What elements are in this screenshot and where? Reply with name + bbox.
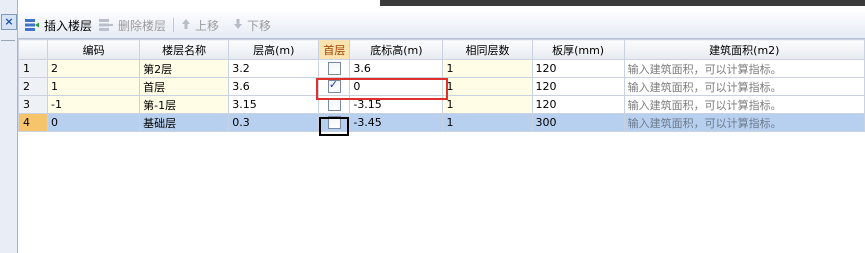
floor-name-cell[interactable]: 第2层	[139, 59, 230, 78]
floor-name-cell[interactable]: 基础层	[139, 113, 230, 132]
column-header-first-floor[interactable]: 首层	[318, 39, 351, 60]
top-dark-band	[380, 0, 865, 6]
row-number[interactable]: 3	[17, 95, 49, 114]
column-header-slab-thickness[interactable]: 板厚(mm)	[531, 39, 625, 60]
insert-floor-label: 插入楼层	[44, 18, 93, 33]
divider	[1, 40, 15, 41]
delete-floor-button[interactable]: 删除楼层	[98, 16, 166, 34]
row-number[interactable]: 1	[17, 59, 49, 78]
row-number-header	[17, 39, 49, 60]
delete-floor-icon	[98, 18, 114, 32]
column-header-floor-height[interactable]: 层高(m)	[228, 39, 320, 60]
code-cell[interactable]: 2	[47, 59, 141, 78]
window-top-bar	[0, 0, 865, 6]
same-floor-count-cell[interactable]: 1	[442, 113, 533, 132]
building-area-cell[interactable]: 输入建筑面积，可以计算指标。	[623, 59, 865, 78]
same-floor-count-cell[interactable]: 1	[442, 59, 533, 78]
toolbar: 插入楼层 删除楼层 上移 下移	[18, 12, 865, 39]
same-floor-count-cell[interactable]: 1	[442, 95, 533, 114]
floor-name-cell[interactable]: 首层	[139, 77, 230, 96]
first-floor-checkbox[interactable]	[327, 98, 341, 112]
left-panel-strip: ×	[0, 0, 18, 253]
column-header-building-area[interactable]: 建筑面积(m2)	[623, 39, 865, 60]
move-up-label: 上移	[195, 18, 220, 33]
column-header-floor-name[interactable]: 楼层名称	[139, 39, 230, 60]
close-icon[interactable]: ×	[1, 14, 17, 30]
column-header-base-elevation[interactable]: 底标高(m)	[349, 39, 444, 60]
toolbar-separator	[173, 18, 174, 32]
arrow-down-icon	[233, 18, 243, 32]
slab-thickness-cell[interactable]: 120	[531, 59, 625, 78]
active-cell-focus	[319, 117, 349, 136]
move-down-label: 下移	[247, 18, 272, 33]
building-area-cell[interactable]: 输入建筑面积，可以计算指标。	[623, 77, 865, 96]
row-number[interactable]: 4	[17, 113, 49, 132]
building-area-cell[interactable]: 输入建筑面积，可以计算指标。	[623, 95, 865, 114]
building-area-cell[interactable]: 输入建筑面积，可以计算指标。	[623, 113, 865, 132]
insert-floor-button[interactable]: 插入楼层	[24, 16, 92, 34]
floor-height-cell[interactable]: 3.6	[228, 77, 320, 96]
slab-thickness-cell[interactable]: 300	[531, 113, 625, 132]
move-down-button[interactable]: 下移	[233, 16, 271, 34]
table-row[interactable]: 1 2 第2层 3.2 3.6 1 120 输入建筑面积，可以计算指标。	[17, 59, 865, 78]
arrow-up-icon	[181, 18, 191, 32]
code-cell[interactable]: 0	[47, 113, 141, 132]
base-elevation-cell[interactable]: 3.6	[349, 59, 444, 78]
table-row-selected[interactable]: 4 0 基础层 0.3 -3.45 1 300 输入建筑面积，可以计算指标。	[17, 113, 865, 132]
insert-floor-icon	[24, 18, 40, 32]
first-floor-checkbox[interactable]	[327, 62, 341, 76]
floor-height-cell[interactable]: 3.2	[228, 59, 320, 78]
row-number[interactable]: 2	[17, 77, 49, 96]
floor-height-cell[interactable]: 0.3	[228, 113, 320, 132]
code-cell[interactable]: -1	[47, 95, 141, 114]
column-header-same-floor-count[interactable]: 相同层数	[442, 39, 533, 60]
move-up-button[interactable]: 上移	[181, 16, 219, 34]
slab-thickness-cell[interactable]: 120	[531, 77, 625, 96]
floor-name-cell[interactable]: 第-1层	[139, 95, 230, 114]
first-floor-cell[interactable]	[318, 59, 351, 78]
slab-thickness-cell[interactable]: 120	[531, 95, 625, 114]
floor-height-cell[interactable]: 3.15	[228, 95, 320, 114]
same-floor-count-cell[interactable]: 1	[442, 77, 533, 96]
column-header-code[interactable]: 编码	[47, 39, 141, 60]
annotation-highlight	[316, 78, 448, 100]
delete-floor-label: 删除楼层	[118, 18, 167, 33]
code-cell[interactable]: 1	[47, 77, 141, 96]
table-header-row: 编码 楼层名称 层高(m) 首层 底标高(m) 相同层数 板厚(mm) 建筑面积…	[17, 39, 865, 60]
base-elevation-cell[interactable]: -3.45	[349, 113, 444, 132]
